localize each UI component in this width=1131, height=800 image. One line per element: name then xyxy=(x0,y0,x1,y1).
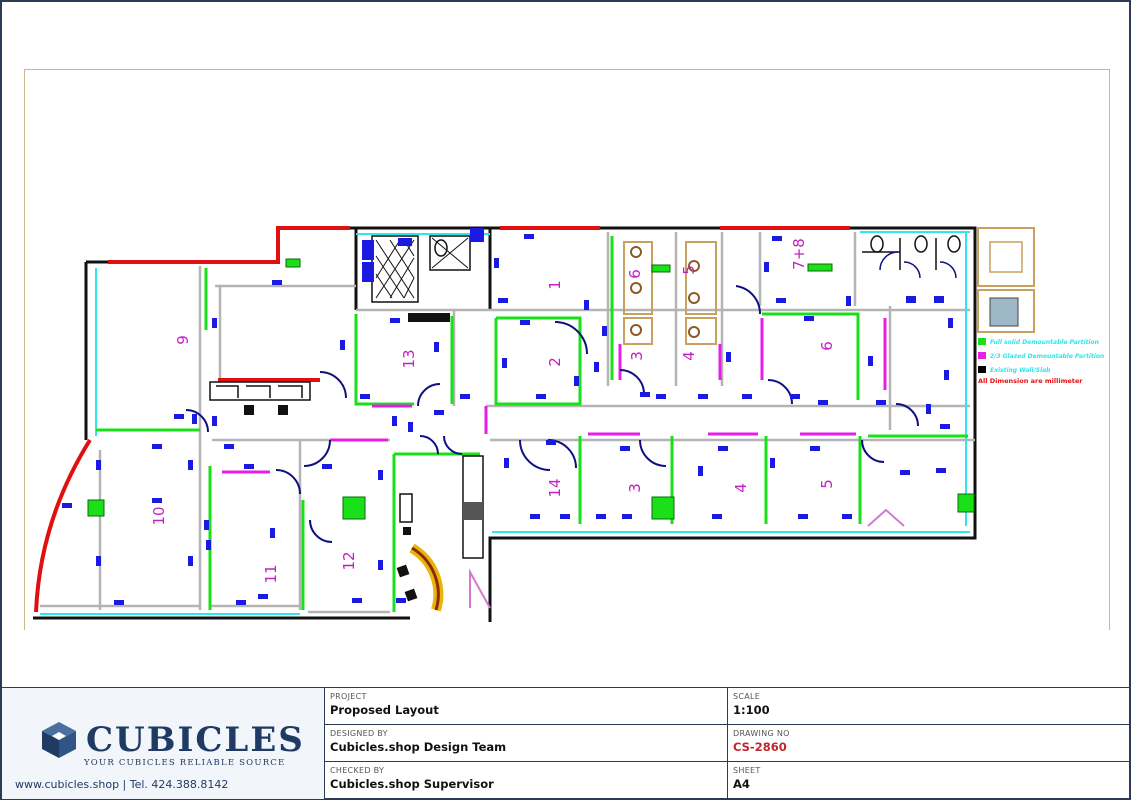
sheet-label: SHEET xyxy=(733,766,761,775)
sheet-field: SHEET A4 xyxy=(728,762,1129,799)
room-label: 14 xyxy=(546,478,564,497)
logo-wordmark: CUBICLES xyxy=(86,720,305,760)
scale-label: SCALE xyxy=(733,692,761,701)
lounge-furniture xyxy=(209,381,484,612)
room-label: 3 xyxy=(628,351,646,361)
outlets xyxy=(62,228,953,605)
designed-label: DESIGNED BY xyxy=(330,729,388,738)
cube-icon xyxy=(42,722,76,758)
designed-field: DESIGNED BY Cubicles.shop Design Team xyxy=(325,725,728,762)
checked-label: CHECKED BY xyxy=(330,766,385,775)
room-label: 10 xyxy=(150,506,168,525)
legend-item-glazed: 2/3 Glazed Demountable Partition xyxy=(990,353,1104,360)
room-label: 13 xyxy=(400,349,418,368)
glazed-partitions xyxy=(222,318,887,474)
legend-note: All Dimension are millimeter xyxy=(978,377,1083,385)
drawing-no-field: DRAWING NO CS-2860 xyxy=(728,725,1129,762)
room-label: 4 xyxy=(732,483,750,493)
project-label: PROJECT xyxy=(330,692,367,701)
room-label: 6 xyxy=(818,341,836,351)
red-walls xyxy=(34,226,850,613)
legend-swatch-glazed xyxy=(978,352,986,359)
door-swings xyxy=(185,285,919,543)
cyan-lines xyxy=(40,231,970,615)
workstations xyxy=(623,241,717,345)
sheet-value: A4 xyxy=(733,777,750,791)
drawing-no-value: CS-2860 xyxy=(733,740,787,754)
title-block: CUBICLES YOUR CUBICLES RELIABLE SOURCE w… xyxy=(2,687,1129,799)
designed-value: Cubicles.shop Design Team xyxy=(330,740,507,754)
room-label: 7+8 xyxy=(790,238,808,270)
checked-field: CHECKED BY Cubicles.shop Supervisor xyxy=(325,762,728,799)
company-logo: CUBICLES xyxy=(40,720,305,760)
room-label: 3 xyxy=(626,483,644,493)
checked-value: Cubicles.shop Supervisor xyxy=(330,777,494,791)
scale-value: 1:100 xyxy=(733,703,770,717)
solid-partitions xyxy=(96,236,968,612)
room-label: 5 xyxy=(680,265,698,275)
project-value: Proposed Layout xyxy=(330,703,439,717)
logo-tagline: YOUR CUBICLES RELIABLE SOURCE xyxy=(84,758,286,768)
room-label: 4 xyxy=(680,351,698,361)
legend-swatch-existing xyxy=(978,366,986,373)
scale-field: SCALE 1:100 xyxy=(728,688,1129,725)
room-label: 6 xyxy=(626,269,644,279)
entry-doors xyxy=(469,508,905,609)
room-label: 1 xyxy=(546,280,564,290)
drawing-no-label: DRAWING NO xyxy=(733,729,790,738)
contact-info: www.cubicles.shop | Tel. 424.388.8142 xyxy=(15,778,229,791)
project-field: PROJECT Proposed Layout xyxy=(325,688,728,725)
title-fields: PROJECT Proposed Layout SCALE 1:100 DESI… xyxy=(325,688,1129,799)
legend-item-existing: Existing Wall/Slab xyxy=(990,367,1051,374)
legend-swatch-solid xyxy=(978,338,986,345)
existing-walls xyxy=(33,226,977,622)
gray-partitions xyxy=(40,232,975,614)
room-label: 12 xyxy=(340,551,358,570)
room-label: 11 xyxy=(262,564,280,583)
floor-plan: 1 2 3 4 5 6 7+8 9 10 11 12 13 14 3 4 5 6… xyxy=(33,226,1104,622)
room-label: 2 xyxy=(546,357,564,367)
company-logo-cell: CUBICLES YOUR CUBICLES RELIABLE SOURCE w… xyxy=(2,688,325,799)
legend-item-solid: Full solid Demountable Partition xyxy=(990,339,1099,346)
room-label: 5 xyxy=(818,479,836,489)
room-label: 9 xyxy=(174,335,192,345)
legend: Full solid Demountable Partition 2/3 Gla… xyxy=(977,227,1104,385)
